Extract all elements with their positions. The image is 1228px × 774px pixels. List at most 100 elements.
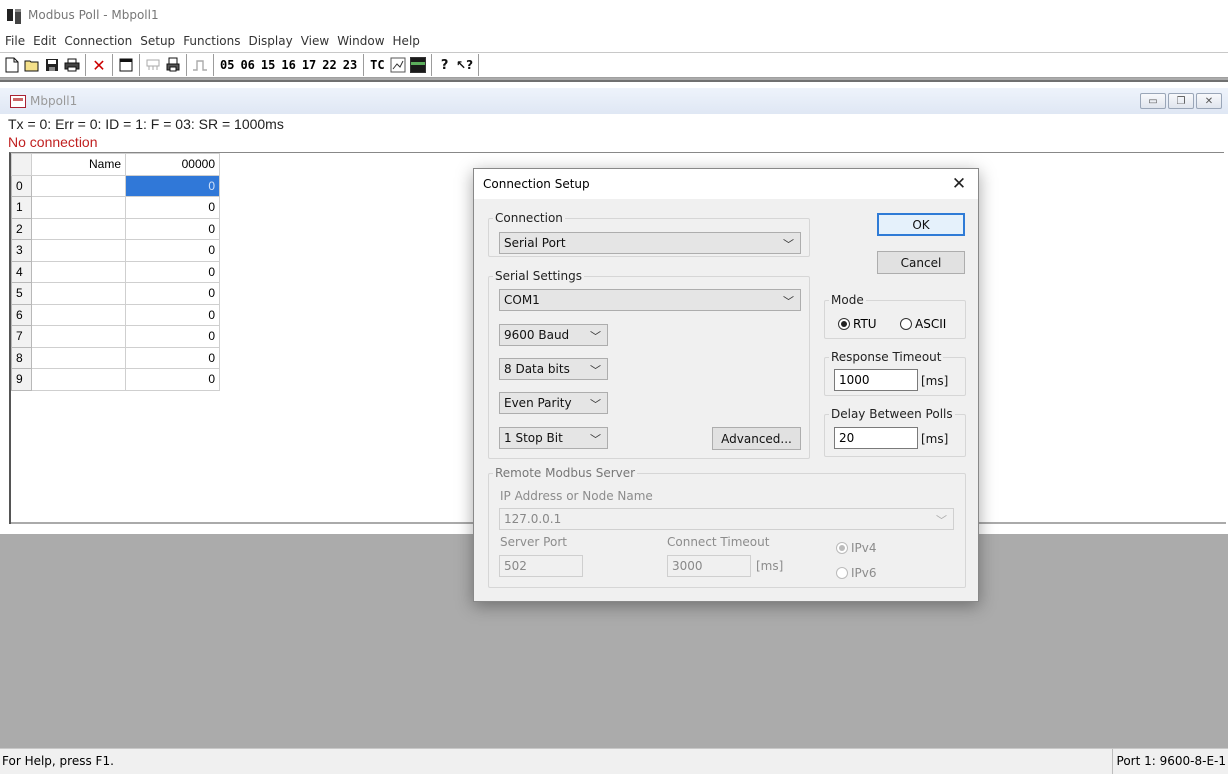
table-row: 5 0	[11, 282, 220, 305]
row-index[interactable]: 9	[11, 368, 32, 391]
row-value-cell[interactable]: 0	[125, 368, 220, 391]
connect-timeout-input[interactable]: 3000	[667, 555, 751, 577]
grid-corner[interactable]	[11, 153, 32, 176]
row-name-cell[interactable]	[31, 239, 126, 262]
row-value-cell[interactable]: 0	[125, 239, 220, 262]
ip-address-select[interactable]: 127.0.0.1 ﹀	[499, 508, 954, 530]
row-index[interactable]: 1	[11, 196, 32, 219]
row-name-cell[interactable]	[31, 282, 126, 305]
monitor-icon[interactable]	[408, 55, 428, 75]
menu-help[interactable]: Help	[390, 34, 423, 48]
help-icon[interactable]: ?	[435, 55, 455, 75]
ipv6-label: IPv6	[851, 566, 877, 580]
row-value-cell[interactable]: 0	[125, 217, 220, 240]
server-port-input[interactable]: 502	[499, 555, 583, 577]
address-column-header[interactable]: 00000	[125, 153, 220, 176]
row-value-cell[interactable]: 0	[125, 260, 220, 283]
delete-icon[interactable]: ✕	[89, 55, 109, 75]
row-index[interactable]: 8	[11, 346, 32, 369]
stop-bits-select[interactable]: 1 Stop Bit ﹀	[499, 427, 608, 449]
table-row: 0 0	[11, 174, 220, 197]
cancel-button[interactable]: Cancel	[877, 251, 965, 274]
row-name-cell[interactable]	[31, 303, 126, 326]
mode-group: Mode	[824, 293, 966, 339]
register-table: Name 00000 0 0 1 0 2 0 3 0 4 0 5 0 6 0 7…	[11, 153, 220, 391]
menu-window[interactable]: Window	[334, 34, 387, 48]
fc-05-button[interactable]: 05	[217, 58, 237, 72]
fc-15-button[interactable]: 15	[258, 58, 278, 72]
close-icon[interactable]: ✕	[1196, 93, 1222, 109]
row-index[interactable]: 2	[11, 217, 32, 240]
chart-icon[interactable]	[388, 55, 408, 75]
ipv4-radio[interactable]: IPv4	[836, 541, 877, 555]
table-header-row: Name 00000	[11, 153, 220, 176]
row-index[interactable]: 4	[11, 260, 32, 283]
name-column-header[interactable]: Name	[31, 153, 126, 176]
mode-ascii-radio[interactable]: ASCII	[900, 317, 946, 331]
app-icon	[6, 7, 22, 24]
tc-button[interactable]: TC	[367, 58, 387, 72]
row-name-cell[interactable]	[31, 217, 126, 240]
row-name-cell[interactable]	[31, 368, 126, 391]
ok-button[interactable]: OK	[877, 213, 965, 236]
row-name-cell[interactable]	[31, 196, 126, 219]
open-folder-icon[interactable]	[22, 55, 42, 75]
row-index[interactable]: 6	[11, 303, 32, 326]
save-icon[interactable]	[42, 55, 62, 75]
print-icon[interactable]	[62, 55, 82, 75]
radio-selected-icon	[838, 318, 850, 330]
menu-view[interactable]: View	[298, 34, 332, 48]
row-name-cell[interactable]	[31, 260, 126, 283]
chevron-down-icon: ﹀	[783, 295, 794, 308]
connection-type-value: Serial Port	[504, 236, 566, 250]
disconnect-icon[interactable]	[163, 55, 183, 75]
new-icon[interactable]	[2, 55, 22, 75]
connect-timeout-unit: [ms]	[756, 559, 784, 573]
row-value-cell[interactable]: 0	[125, 303, 220, 326]
row-name-cell[interactable]	[31, 325, 126, 348]
window-icon[interactable]	[116, 55, 136, 75]
fc-16-button[interactable]: 16	[278, 58, 298, 72]
menu-functions[interactable]: Functions	[180, 34, 243, 48]
row-index[interactable]: 3	[11, 239, 32, 262]
row-index[interactable]: 5	[11, 282, 32, 305]
context-help-icon[interactable]: ↖?	[455, 55, 475, 75]
row-value-cell[interactable]: 0	[125, 325, 220, 348]
fc-06-button[interactable]: 06	[237, 58, 257, 72]
menu-setup[interactable]: Setup	[137, 34, 178, 48]
dialog-titlebar: Connection Setup ✕	[474, 169, 978, 199]
fc-17-button[interactable]: 17	[299, 58, 319, 72]
data-bits-select[interactable]: 8 Data bits ﹀	[499, 358, 608, 380]
row-value-cell[interactable]: 0	[125, 174, 220, 197]
mode-rtu-radio[interactable]: RTU	[838, 317, 877, 331]
menu-connection[interactable]: Connection	[61, 34, 135, 48]
toolbar-connect-group	[143, 54, 187, 76]
menu-edit[interactable]: Edit	[30, 34, 59, 48]
dialog-close-icon[interactable]: ✕	[948, 173, 970, 195]
chevron-down-icon: ﹀	[783, 238, 794, 251]
connect-icon[interactable]	[143, 55, 163, 75]
fc-23-button[interactable]: 23	[340, 58, 360, 72]
row-name-cell[interactable]	[31, 346, 126, 369]
restore-icon[interactable]: ❐	[1168, 93, 1194, 109]
minimize-icon[interactable]: ▭	[1140, 93, 1166, 109]
row-index[interactable]: 0	[11, 174, 32, 197]
fc-22-button[interactable]: 22	[319, 58, 339, 72]
toolbar: ✕ 05 06 15 16 17 22 23 TC ? ↖?	[0, 52, 1228, 78]
connection-type-select[interactable]: Serial Port ﹀	[499, 232, 801, 254]
advanced-button[interactable]: Advanced...	[712, 427, 801, 450]
row-value-cell[interactable]: 0	[125, 346, 220, 369]
response-timeout-input[interactable]: 1000	[834, 369, 918, 391]
row-index[interactable]: 7	[11, 325, 32, 348]
row-value-cell[interactable]: 0	[125, 196, 220, 219]
com-port-select[interactable]: COM1 ﹀	[499, 289, 801, 311]
baud-rate-select[interactable]: 9600 Baud ﹀	[499, 324, 608, 346]
delay-between-polls-input[interactable]: 20	[834, 427, 918, 449]
row-name-cell[interactable]	[31, 174, 126, 197]
parity-select[interactable]: Even Parity ﹀	[499, 392, 608, 414]
menu-display[interactable]: Display	[245, 34, 295, 48]
row-value-cell[interactable]: 0	[125, 282, 220, 305]
ipv6-radio[interactable]: IPv6	[836, 566, 877, 580]
pulse-icon[interactable]	[190, 55, 210, 75]
menu-file[interactable]: File	[2, 34, 28, 48]
